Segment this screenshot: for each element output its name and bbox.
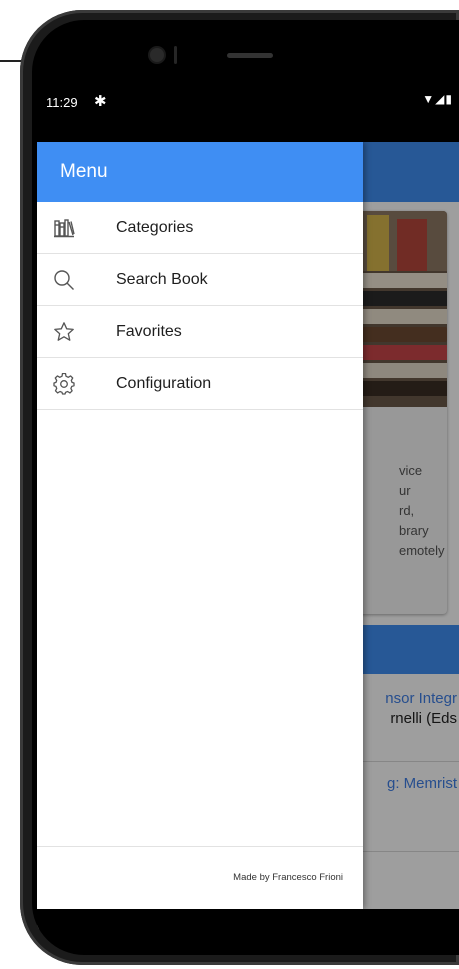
menu-item-configuration[interactable]: Configuration bbox=[37, 358, 363, 410]
navigation-drawer: Menu Categories Search Book Favorites Co… bbox=[37, 142, 363, 909]
back-triangle-icon[interactable]: ◀ bbox=[105, 909, 165, 929]
bookshelf-icon bbox=[53, 217, 93, 239]
menu-item-label: Favorites bbox=[116, 322, 182, 340]
gear-icon: ✱ bbox=[94, 93, 107, 110]
drawer-footer: Made by Francesco Frioni bbox=[37, 846, 363, 909]
menu-item-search-book[interactable]: Search Book bbox=[37, 254, 363, 306]
menu-item-favorites[interactable]: Favorites bbox=[37, 306, 363, 358]
earpiece-speaker bbox=[227, 53, 273, 58]
gear-icon bbox=[53, 372, 93, 395]
menu-item-label: Configuration bbox=[116, 374, 212, 392]
status-time: 11:29 bbox=[46, 95, 78, 110]
status-indicator-icons: ▼◢▮ bbox=[422, 92, 453, 106]
search-icon bbox=[53, 269, 93, 291]
screen: 11:29 ✱ ▼◢▮ vice ur rd, brary emotely ns… bbox=[37, 78, 459, 929]
star-icon bbox=[53, 321, 93, 343]
status-bar: 11:29 ✱ ▼◢▮ bbox=[37, 78, 459, 142]
phone-frame: 11:29 ✱ ▼◢▮ vice ur rd, brary emotely ns… bbox=[20, 10, 459, 965]
proximity-sensor bbox=[174, 46, 177, 64]
drawer-header: Menu bbox=[37, 142, 363, 202]
recents-square-icon[interactable] bbox=[337, 909, 397, 929]
menu-item-label: Categories bbox=[116, 218, 194, 236]
system-nav-bar: ◀ bbox=[37, 909, 459, 929]
home-circle-icon[interactable] bbox=[220, 909, 280, 929]
menu-item-categories[interactable]: Categories bbox=[37, 202, 363, 254]
menu-item-label: Search Book bbox=[116, 270, 208, 288]
phone-bezel: 11:29 ✱ ▼◢▮ vice ur rd, brary emotely ns… bbox=[32, 20, 459, 955]
front-camera bbox=[150, 48, 164, 62]
